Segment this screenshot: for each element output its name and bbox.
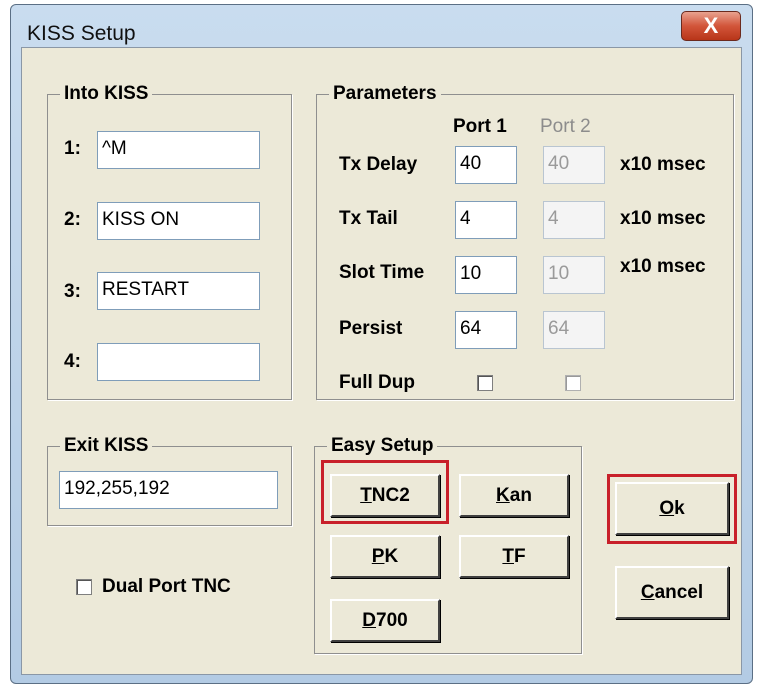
cancel-hotkey: C bbox=[640, 582, 655, 603]
full-dup-port1-checkbox[interactable] bbox=[477, 375, 493, 391]
port-2-header: Port 2 bbox=[540, 116, 591, 137]
d700-button[interactable]: D700 bbox=[330, 599, 440, 642]
into-kiss-row-3-label: 3: bbox=[64, 281, 81, 302]
into-kiss-field-1[interactable]: ^M bbox=[97, 131, 260, 169]
tx-delay-label: Tx Delay bbox=[339, 154, 418, 175]
tf-label: F bbox=[514, 546, 526, 567]
slot-time-port1-field[interactable]: 10 bbox=[455, 256, 517, 294]
close-icon: X bbox=[703, 13, 719, 38]
tx-delay-port1-field[interactable]: 40 bbox=[455, 146, 517, 184]
persist-port2-field: 64 bbox=[543, 311, 605, 349]
tx-tail-unit: x10 msec bbox=[620, 208, 706, 229]
kan-hotkey: K bbox=[496, 485, 510, 506]
into-kiss-row-2-label: 2: bbox=[64, 209, 81, 230]
dual-port-tnc-checkbox[interactable] bbox=[76, 579, 92, 595]
tf-button[interactable]: TF bbox=[459, 535, 569, 578]
into-kiss-field-4[interactable] bbox=[97, 343, 260, 381]
d700-label: 700 bbox=[376, 610, 408, 631]
cancel-label: ancel bbox=[654, 582, 704, 603]
pk-hotkey: P bbox=[371, 546, 385, 567]
slot-time-label: Slot Time bbox=[339, 262, 425, 283]
dialog-body: Into KISS 1: ^M 2: KISS ON 3: RESTART 4:… bbox=[21, 47, 742, 675]
slot-time-port2-field: 10 bbox=[543, 256, 605, 294]
full-dup-port2-checkbox bbox=[565, 375, 581, 391]
close-button[interactable]: X bbox=[681, 11, 741, 41]
into-kiss-row-1-label: 1: bbox=[64, 138, 81, 159]
tnc2-highlight bbox=[321, 460, 449, 524]
pk-button[interactable]: PK bbox=[330, 535, 440, 578]
easy-setup-label: Easy Setup bbox=[327, 435, 438, 457]
exit-kiss-label: Exit KISS bbox=[60, 435, 153, 457]
pk-label: K bbox=[384, 546, 399, 567]
ok-hotkey: O bbox=[659, 498, 675, 519]
cancel-button[interactable]: Cancel bbox=[615, 566, 729, 619]
into-kiss-group: Into KISS 1: ^M 2: KISS ON 3: RESTART 4: bbox=[47, 83, 292, 400]
tx-delay-unit: x10 msec bbox=[620, 154, 706, 175]
tx-tail-port1-field[interactable]: 4 bbox=[455, 201, 517, 239]
into-kiss-field-2[interactable]: KISS ON bbox=[97, 202, 260, 240]
into-kiss-field-3[interactable]: RESTART bbox=[97, 272, 260, 310]
tx-tail-port2-field: 4 bbox=[543, 201, 605, 239]
dual-port-tnc-label: Dual Port TNC bbox=[102, 576, 231, 597]
tx-delay-port2-field: 40 bbox=[543, 146, 605, 184]
tx-tail-label: Tx Tail bbox=[339, 208, 398, 229]
into-kiss-row-4-label: 4: bbox=[64, 351, 81, 372]
d700-hotkey: D bbox=[362, 610, 377, 631]
into-kiss-label: Into KISS bbox=[60, 83, 153, 105]
exit-kiss-group: Exit KISS 192,255,192 bbox=[47, 435, 292, 526]
window-title: KISS Setup bbox=[27, 22, 136, 45]
parameters-label: Parameters bbox=[329, 83, 441, 105]
persist-port1-field[interactable]: 64 bbox=[455, 311, 517, 349]
kiss-setup-window: KISS Setup X Into KISS 1: ^M 2: KISS ON … bbox=[10, 4, 753, 684]
slot-time-unit: x10 msec bbox=[620, 256, 706, 277]
kan-label: an bbox=[509, 485, 532, 506]
exit-kiss-field[interactable]: 192,255,192 bbox=[59, 471, 278, 509]
tf-hotkey: T bbox=[502, 546, 514, 567]
parameters-group: Parameters Port 1 Port 2 Tx Delay 40 40 … bbox=[316, 83, 734, 400]
ok-button[interactable]: Ok bbox=[615, 482, 729, 535]
port-1-header: Port 1 bbox=[453, 116, 507, 137]
persist-label: Persist bbox=[339, 318, 403, 339]
kan-button[interactable]: Kan bbox=[459, 474, 569, 517]
ok-label: k bbox=[674, 498, 685, 519]
full-dup-label: Full Dup bbox=[339, 372, 415, 393]
